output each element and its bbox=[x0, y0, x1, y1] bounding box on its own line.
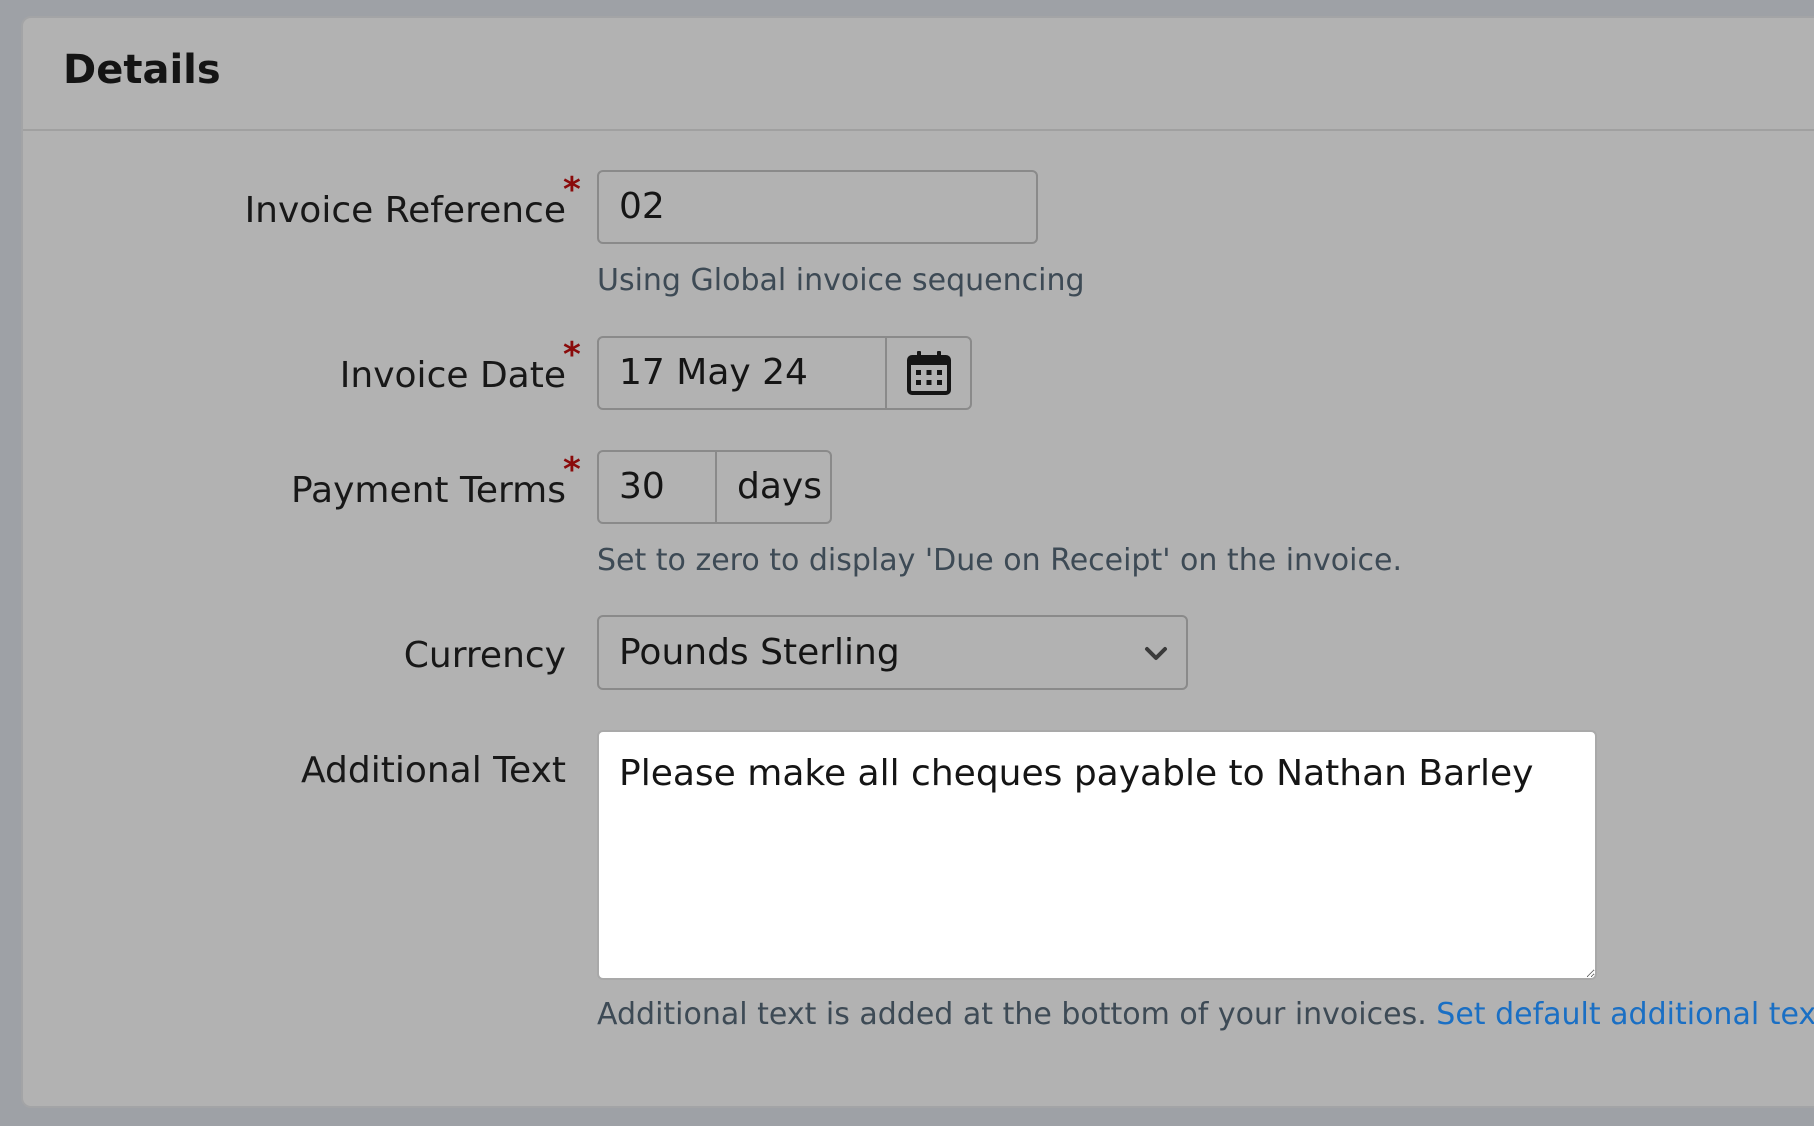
payment-terms-value: 30 bbox=[619, 469, 665, 505]
chevron-down-icon bbox=[1144, 646, 1168, 662]
invoice-reference-value: 02 bbox=[619, 189, 665, 225]
payment-terms-unit: days bbox=[737, 469, 822, 505]
payment-terms-label: Payment Terms bbox=[291, 473, 566, 509]
calendar-button[interactable] bbox=[889, 338, 970, 408]
additional-text-textarea[interactable]: Please make all cheques payable to Natha… bbox=[597, 730, 1597, 980]
payment-terms-help: Set to zero to display 'Due on Receipt' … bbox=[597, 546, 1402, 576]
currency-select[interactable]: Pounds Sterling bbox=[597, 615, 1188, 690]
required-mark: * bbox=[563, 338, 581, 372]
date-divider bbox=[885, 338, 887, 408]
invoice-date-input[interactable]: 17 May 24 bbox=[597, 336, 972, 410]
invoice-reference-help: Using Global invoice sequencing bbox=[597, 266, 1085, 296]
terms-divider bbox=[715, 452, 717, 522]
panel-title: Details bbox=[63, 50, 221, 90]
panel-header: Details bbox=[23, 18, 1814, 131]
required-mark: * bbox=[563, 173, 581, 207]
currency-label: Currency bbox=[404, 638, 566, 674]
set-default-additional-text-link[interactable]: Set default additional text bbox=[1436, 997, 1814, 1032]
invoice-reference-label: Invoice Reference bbox=[245, 193, 566, 229]
invoice-date-label: Invoice Date bbox=[340, 358, 566, 394]
additional-text-help: Additional text is added at the bottom o… bbox=[597, 1000, 1814, 1030]
invoice-date-value: 17 May 24 bbox=[619, 355, 808, 391]
calendar-icon bbox=[906, 350, 952, 396]
invoice-reference-input[interactable]: 02 bbox=[597, 170, 1038, 244]
payment-terms-input[interactable]: 30 days bbox=[597, 450, 832, 524]
additional-text-help-text: Additional text is added at the bottom o… bbox=[597, 997, 1436, 1032]
additional-text-label: Additional Text bbox=[301, 753, 566, 789]
required-mark: * bbox=[563, 453, 581, 487]
currency-value: Pounds Sterling bbox=[619, 635, 900, 671]
